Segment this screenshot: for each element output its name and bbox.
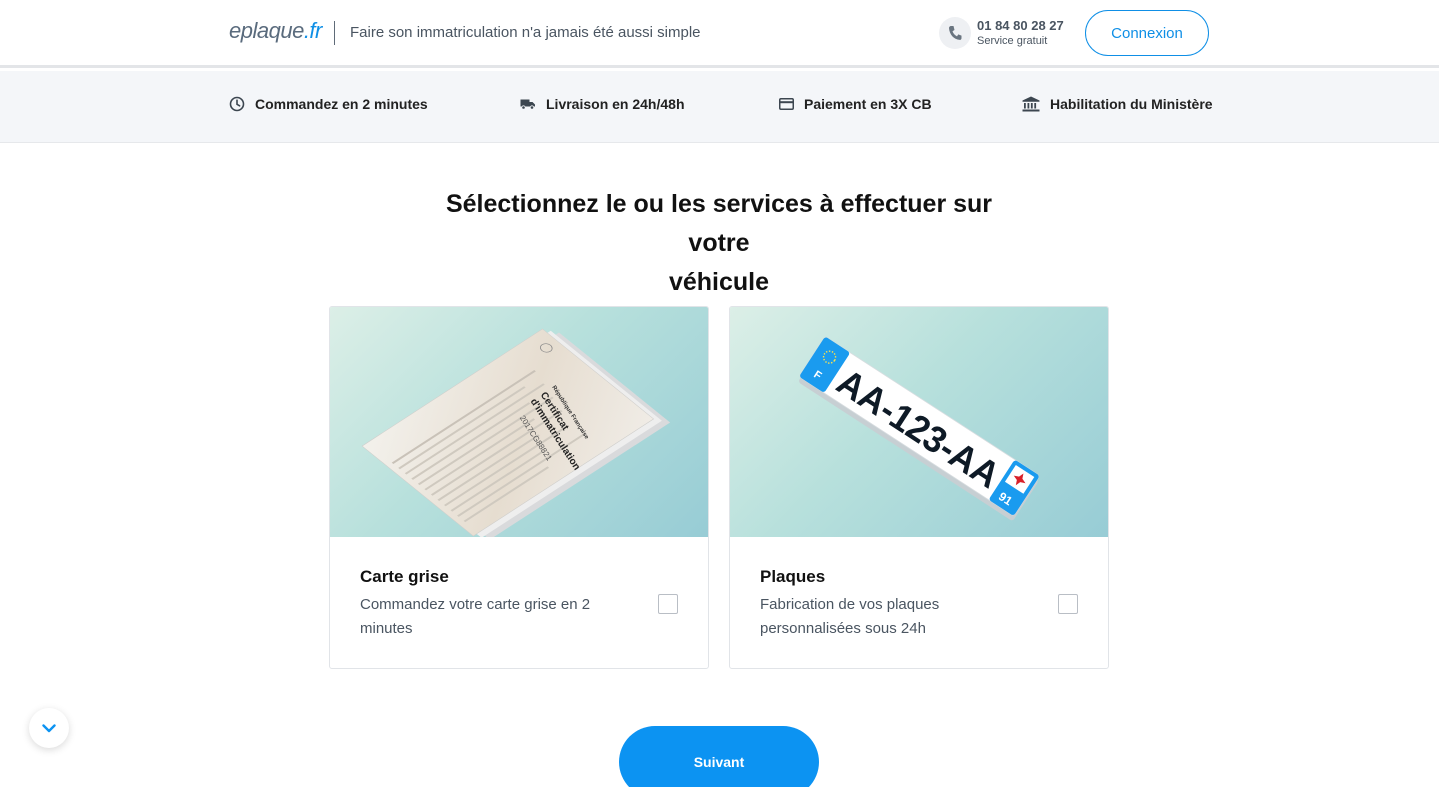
truck-icon xyxy=(520,99,535,110)
tagline: Faire son immatriculation n'a jamais été… xyxy=(350,24,701,41)
service-card-plaques[interactable]: F AA-123-AA 91 Plaques Fabrication de vo… xyxy=(729,306,1109,669)
page-title-line1: Sélectionnez le ou les services à effect… xyxy=(445,190,993,257)
card-description: Fabrication de vos plaques personnalisée… xyxy=(760,596,940,637)
header-divider xyxy=(334,21,335,45)
phone-glyph xyxy=(949,26,962,40)
phone-icon[interactable] xyxy=(939,17,971,49)
license-plate-image: F AA-123-AA 91 xyxy=(799,337,1040,521)
feature-payment: Paiement en 3X CB xyxy=(779,96,932,112)
login-button[interactable]: Connexion xyxy=(1085,10,1209,56)
plate-number: AA-123-AA xyxy=(830,361,1007,496)
feature-label: Habilitation du Ministère xyxy=(1050,96,1213,112)
logo[interactable]: eplaque.fr xyxy=(229,18,322,44)
features-bar: Commandez en 2 minutes Livraison en 24h/… xyxy=(0,71,1439,143)
card-title: Plaques xyxy=(760,567,826,586)
scroll-down-button[interactable] xyxy=(29,708,69,748)
carte-grise-illustration: République Française Certificat d'immatr… xyxy=(330,307,708,537)
plaques-illustration: F AA-123-AA 91 xyxy=(730,307,1108,537)
site-header: eplaque.fr Faire son immatriculation n'a… xyxy=(0,0,1439,68)
feature-ministry: Habilitation du Ministère xyxy=(1022,96,1213,112)
next-button-label: Suivant xyxy=(693,754,745,770)
phone-number[interactable]: 01 84 80 28 27 xyxy=(977,18,1064,33)
credit-card-icon xyxy=(779,98,794,110)
logo-domain: .fr xyxy=(303,18,323,43)
bank-icon xyxy=(1022,96,1040,112)
chevron-down-icon xyxy=(42,723,56,732)
clock-icon xyxy=(229,96,245,112)
card-title: Carte grise xyxy=(360,567,449,586)
page-title-line2: véhicule xyxy=(668,268,770,296)
next-button[interactable]: Suivant xyxy=(619,726,819,787)
feature-label: Livraison en 24h/48h xyxy=(546,96,685,112)
card-description: Commandez votre carte grise en 2 minutes xyxy=(360,596,591,637)
carte-grise-checkbox[interactable] xyxy=(658,594,678,614)
plaques-checkbox[interactable] xyxy=(1058,594,1078,614)
logo-text: eplaque xyxy=(229,18,304,43)
feature-label: Paiement en 3X CB xyxy=(804,96,932,112)
service-card-carte-grise[interactable]: République Française Certificat d'immatr… xyxy=(329,306,709,669)
page-title: Sélectionnez le ou les services à effect… xyxy=(419,185,1019,302)
registration-document-image: République Française Certificat d'immatr… xyxy=(361,328,671,537)
feature-order-time: Commandez en 2 minutes xyxy=(229,96,428,112)
phone-subtitle: Service gratuit xyxy=(977,35,1048,47)
feature-delivery: Livraison en 24h/48h xyxy=(520,96,685,112)
feature-label: Commandez en 2 minutes xyxy=(255,96,428,112)
